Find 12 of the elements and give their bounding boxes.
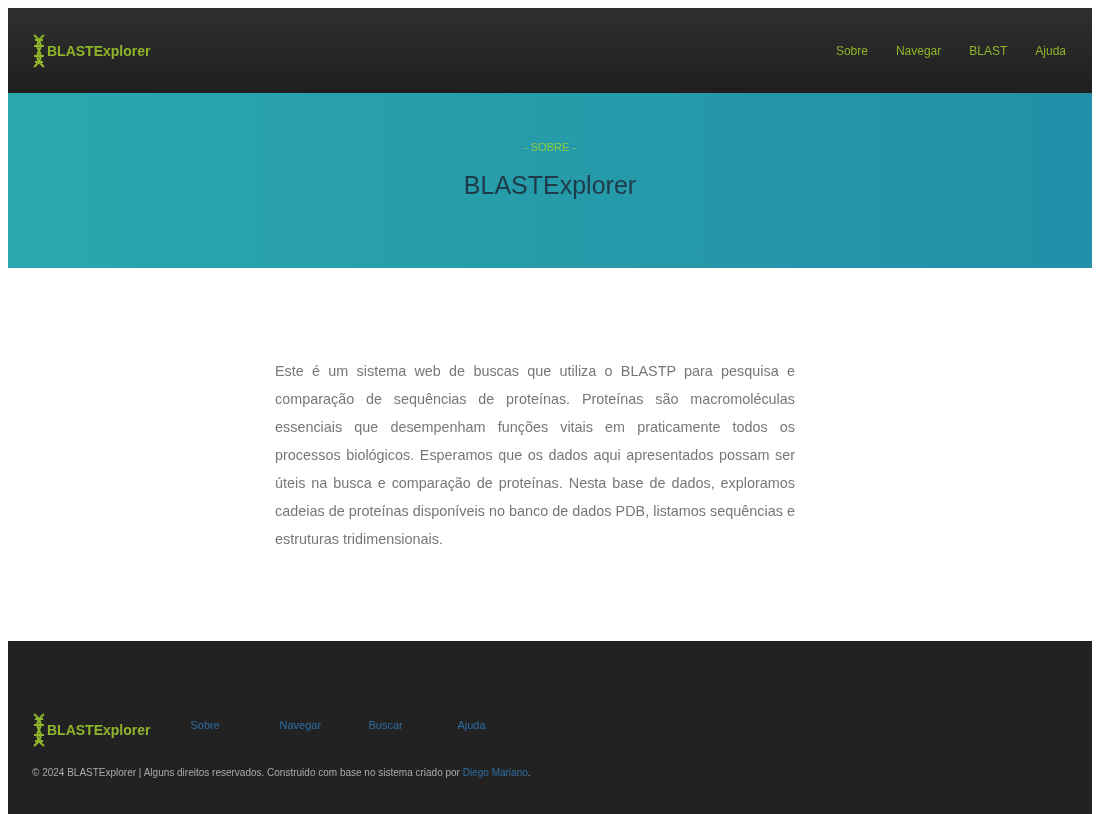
nav-link[interactable]: Navegar xyxy=(895,43,942,58)
dna-icon xyxy=(32,33,46,68)
nav-link[interactable]: Sobre xyxy=(835,43,868,58)
dna-icon xyxy=(32,713,46,747)
section-label: - SOBRE - xyxy=(524,141,576,153)
copyright-text: © 2024 BLASTExplorer | Alguns direitos reservados. Construido com base no sistema criado por Diego Mariano. xyxy=(32,767,532,778)
nav-link[interactable]: BLAST xyxy=(969,43,1008,58)
brand-link[interactable]: BLASTExplorer xyxy=(47,42,151,59)
page-title: BLASTExplorer xyxy=(463,171,637,200)
nav-link[interactable]: Ajuda xyxy=(1035,43,1066,58)
about-paragraph: Este é um sistema web de buscas que utiliza o BLASTP para pesquisa e comparação de sequências de proteínas. Proteínas são macromoléculas essenciais que desempenham funções vitais em praticamente todos os processos biológicos. Esperamos que os dados aqui apresentados possam ser úteis na busca e comparação de proteínas. Nesta base de dados, exploramos cadeias de proteínas disponíveis no banco de dados PDB, listamos sequências e estruturas tridimensionais. xyxy=(275,361,795,549)
brand-link[interactable]: BLASTExplorer xyxy=(47,722,151,738)
